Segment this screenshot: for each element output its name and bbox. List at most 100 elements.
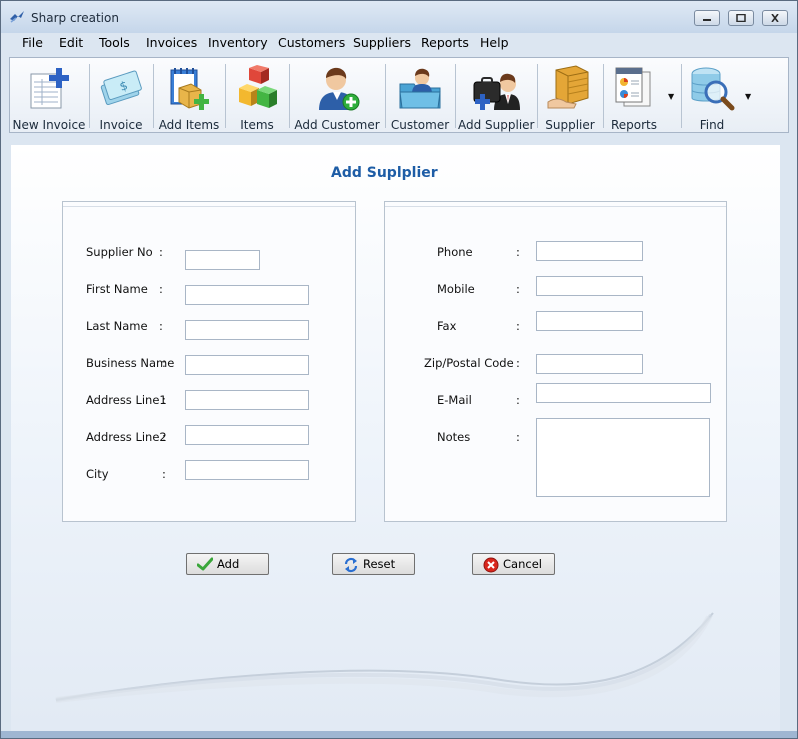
toolbar-separator [89,64,90,128]
add-button[interactable]: Add [186,553,269,575]
toolbar-separator [537,64,538,128]
toolbar-add-supplier-button[interactable]: Add Supplier [458,58,535,132]
business-name-field[interactable] [185,355,309,375]
checkmark-icon [197,557,213,571]
toolbar-separator [153,64,154,128]
address-line1-label: Address Line1 [86,393,167,407]
menu-tools[interactable]: Tools [99,35,130,50]
add-customer-icon [319,67,360,111]
last-name-field[interactable] [185,320,309,340]
first-name-field[interactable] [185,285,309,305]
close-button[interactable] [762,10,788,26]
menu-file[interactable]: File [22,35,43,50]
decorative-swoosh [55,612,714,703]
notes-field[interactable] [536,418,710,497]
toolbar-new-invoice-button[interactable]: New Invoice [12,58,86,132]
city-field[interactable] [185,460,309,480]
supplier-no-field[interactable] [185,250,260,270]
menu-bar: File Edit Tools Invoices Inventory Custo… [1,33,797,55]
colon-label: : [516,356,520,370]
invoice-icon: $ [100,70,142,106]
minimize-button[interactable] [694,10,720,26]
phone-field[interactable] [536,241,643,261]
menu-reports[interactable]: Reports [421,35,469,50]
reset-button[interactable]: Reset [332,553,415,575]
supplier-icon [547,65,589,109]
supplier-no-label: Supplier No [86,245,153,259]
toolbar-supplier-button[interactable]: Supplier [540,58,600,132]
toolbar-label: Items [240,118,274,132]
menu-invoices[interactable]: Invoices [146,35,197,50]
panel-header-line [385,202,726,207]
app-window: Sharp creation File Edit Tools Invoices … [0,0,798,739]
add-supplier-icon [473,73,520,110]
toolbar-customer-button[interactable]: Customer [388,58,452,132]
fax-field[interactable] [536,311,643,331]
toolbar-label: New Invoice [12,118,86,132]
colon-label: : [516,430,520,444]
cancel-button-label: Cancel [503,557,542,571]
reports-icon [615,67,651,107]
new-invoice-icon [30,68,69,109]
app-logo-icon [10,11,24,23]
toolbar-separator [603,64,604,128]
menu-edit[interactable]: Edit [59,35,83,50]
form-area: Add Suplplier Supplier No : First Name :… [11,145,780,731]
toolbar-separator [225,64,226,128]
customer-icon [399,68,441,109]
window-title: Sharp creation [31,11,119,25]
maximize-button[interactable] [728,10,754,26]
cancel-icon [483,557,499,573]
menu-help[interactable]: Help [480,35,509,50]
toolbar-add-items-button[interactable]: Add Items [156,58,222,132]
toolbar-reports-button[interactable]: Reports [606,58,662,132]
toolbar-add-customer-button[interactable]: Add Customer [292,58,382,132]
reset-button-label: Reset [363,557,396,571]
colon-label: : [159,319,163,333]
address-line1-field[interactable] [185,390,309,410]
toolbar-separator [455,64,456,128]
chevron-down-icon[interactable]: ▼ [668,92,674,101]
notes-label: Notes [437,430,471,444]
close-icon [771,14,779,22]
menu-inventory[interactable]: Inventory [208,35,268,50]
city-label: City [86,467,109,481]
toolbar-items-button[interactable]: Items [228,58,286,132]
toolbar-invoice-button[interactable]: $ Invoice [92,58,150,132]
toolbar-label: Find [699,118,725,132]
mobile-label: Mobile [437,282,475,296]
panel-header-line [63,202,355,207]
items-icon [239,65,277,108]
toolbar-label: Add Items [158,118,220,132]
mobile-field[interactable] [536,276,643,296]
menu-customers[interactable]: Customers [278,35,345,50]
refresh-icon [344,557,358,573]
add-button-label: Add [217,557,240,571]
maximize-icon [736,14,746,22]
add-items-icon [170,68,209,110]
email-field[interactable] [536,383,711,403]
toolbar-label: Customer [390,118,450,132]
toolbar-separator [289,64,290,128]
toolbar-separator [681,64,682,128]
colon-label: : [162,393,166,407]
zip-postal-code-label: Zip/Postal Code [424,356,514,370]
colon-label: : [162,467,166,481]
last-name-label: Last Name [86,319,148,333]
colon-label: : [159,245,163,259]
chevron-down-icon[interactable]: ▼ [745,92,751,101]
colon-label: : [162,356,166,370]
form-title: Add Suplplier [331,165,438,181]
colon-label: : [516,319,520,333]
address-line2-field[interactable] [185,425,309,445]
cancel-button[interactable]: Cancel [472,553,555,575]
colon-label: : [162,430,166,444]
colon-label: : [516,245,520,259]
email-label: E-Mail [437,393,472,407]
first-name-label: First Name [86,282,148,296]
address-line2-label: Address Line2 [86,430,167,444]
menu-suppliers[interactable]: Suppliers [353,35,411,50]
toolbar-find-button[interactable]: Find [684,58,740,132]
toolbar: New Invoice $ Invoice Add Items Items Ad… [9,57,789,133]
zip-postal-code-field[interactable] [536,354,643,374]
